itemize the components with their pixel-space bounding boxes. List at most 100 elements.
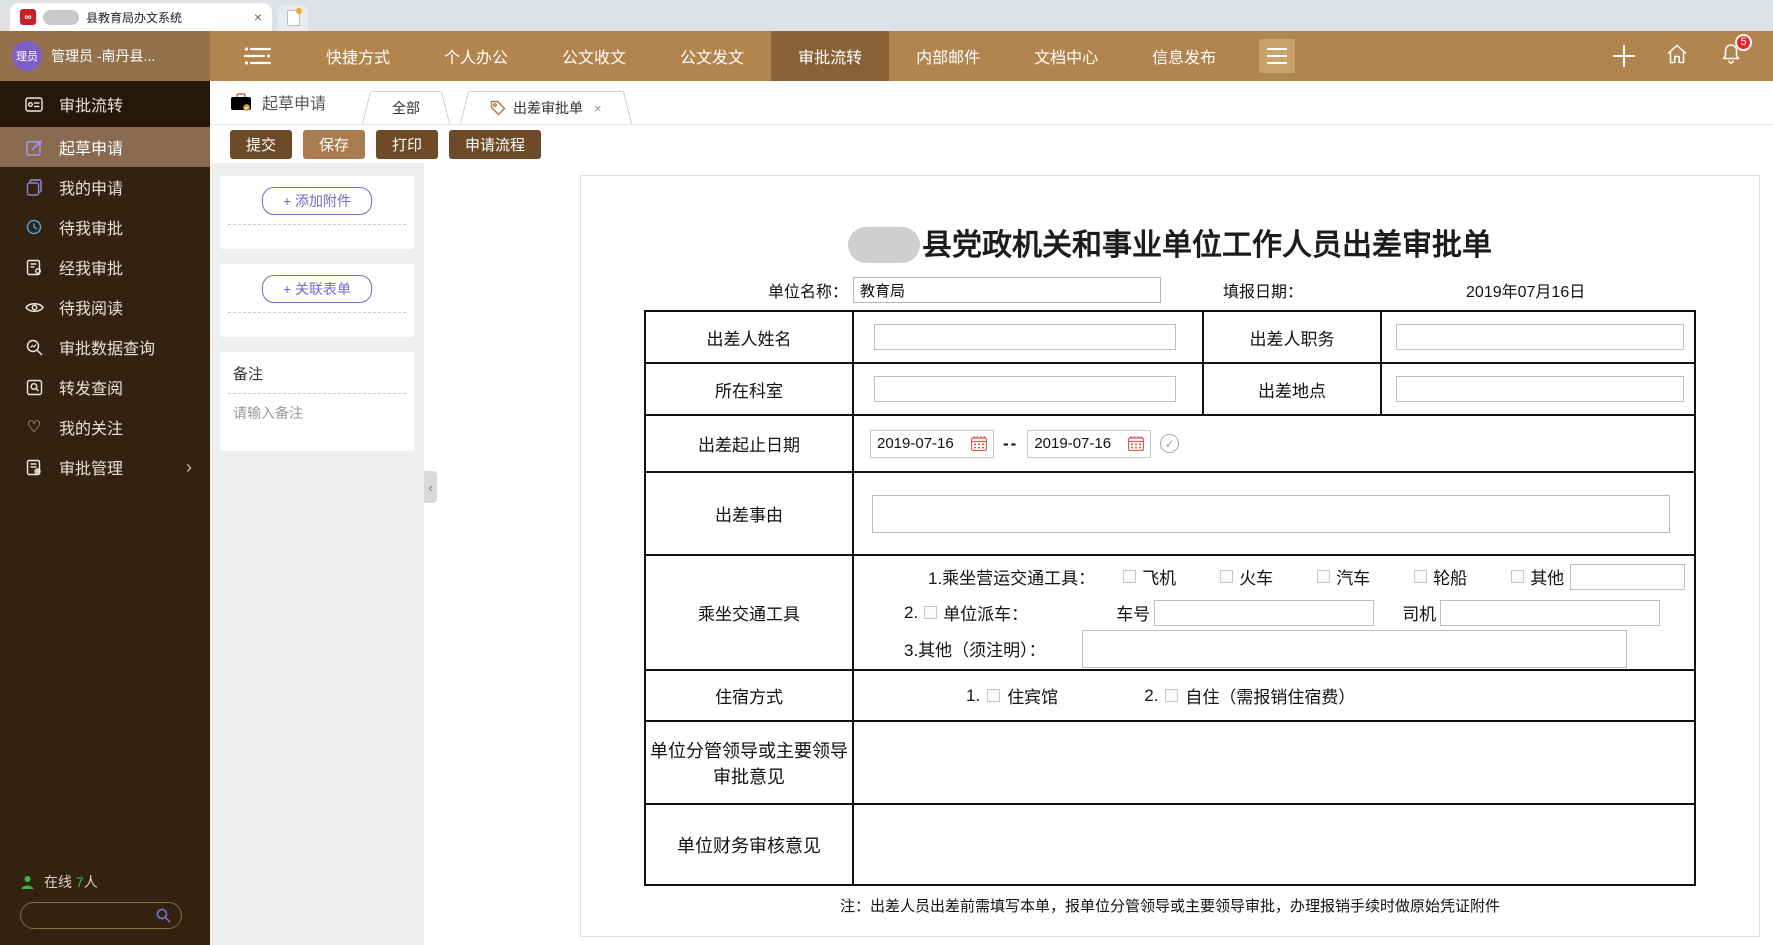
option-label: 飞机: [1142, 569, 1177, 588]
transport-line2-num: 2.: [904, 602, 919, 622]
sidebar-item-approval-flow[interactable]: 审批流转: [0, 81, 210, 127]
sidebar-item-approval-manage[interactable]: 审批管理 ›: [0, 447, 210, 487]
reason-input[interactable]: [872, 494, 1670, 533]
department-input[interactable]: [874, 376, 1176, 402]
sidebar-item-label: 待我阅读: [59, 301, 124, 318]
user-area[interactable]: 理员 管理员 -南丹县...: [0, 31, 210, 81]
sidebar-item-to-read[interactable]: 待我阅读: [0, 287, 210, 327]
tab-travel-form[interactable]: 出差审批单 ×: [470, 91, 622, 124]
checkbox-icon[interactable]: [1165, 689, 1179, 702]
plus-icon[interactable]: [1613, 45, 1635, 67]
user-name: 管理员 -南丹县...: [51, 48, 156, 64]
nav-item-shortcuts[interactable]: 快捷方式: [299, 31, 417, 81]
option-ship[interactable]: 轮船: [1414, 564, 1467, 589]
leader-opinion-cell[interactable]: [852, 720, 1696, 805]
form-header-row: 单位名称： 填报日期： 2019年07月16日: [581, 277, 1759, 303]
traveler-duty-input[interactable]: [1396, 324, 1684, 350]
tab-close-icon[interactable]: ×: [254, 10, 262, 24]
option-train[interactable]: 火车: [1220, 564, 1273, 589]
option-self-stay[interactable]: 2. 自住（需报销住宿费）: [1144, 683, 1355, 708]
end-date-picker[interactable]: 2019-07-16: [1027, 429, 1152, 458]
section-label: 起草申请: [230, 90, 326, 124]
note-input[interactable]: 请输入备注: [228, 394, 406, 451]
calendar-icon: [1128, 436, 1145, 451]
sidebar-item-label: 审批数据查询: [59, 341, 156, 358]
end-date-value: 2019-07-16: [1034, 435, 1112, 452]
add-attachment-button[interactable]: + 添加附件: [261, 187, 373, 215]
nav-item-personal-office[interactable]: 个人办公: [417, 31, 535, 81]
nav-item-internal-mail[interactable]: 内部邮件: [889, 31, 1007, 81]
finance-opinion-cell[interactable]: [852, 803, 1696, 886]
sidebar-item-my-follow[interactable]: ♡ 我的关注: [0, 407, 210, 447]
checkbox-icon[interactable]: [1220, 570, 1234, 583]
tab-all[interactable]: 全部: [372, 91, 441, 124]
nav-item-doc-receive[interactable]: 公文收文: [535, 31, 653, 81]
nav-item-doc-send[interactable]: 公文发文: [653, 31, 771, 81]
attachment-card: + 添加附件: [220, 176, 414, 249]
traveler-name-input[interactable]: [874, 324, 1176, 350]
home-icon[interactable]: [1665, 42, 1689, 71]
option-hotel[interactable]: 1. 住宾馆: [966, 683, 1058, 708]
other-transport-input[interactable]: [1570, 563, 1686, 590]
box-search-icon: [24, 379, 44, 396]
search-icon[interactable]: [156, 908, 171, 923]
option-car[interactable]: 汽车: [1317, 564, 1370, 589]
sidebar-item-approval-data-query[interactable]: 审批数据查询: [0, 327, 210, 367]
option-label: 火车: [1239, 569, 1274, 588]
notifications-bell-icon[interactable]: 5: [1719, 33, 1752, 71]
table-row: 单位财务审核意见: [644, 803, 1696, 886]
sidebar-item-my-applications[interactable]: 我的申请: [0, 167, 210, 207]
apply-flow-button[interactable]: 申请流程: [449, 129, 542, 159]
chevron-right-icon[interactable]: ›: [186, 457, 192, 478]
online-status: 在线 7人: [20, 872, 210, 892]
table-row: 出差事由: [644, 471, 1696, 556]
unit-name-input[interactable]: [853, 277, 1162, 303]
destination-label: 出差地点: [1202, 362, 1382, 416]
confirm-check-icon[interactable]: ✓: [1160, 434, 1180, 453]
destination-input[interactable]: [1396, 376, 1684, 402]
option-label: 自住（需报销住宿费）: [1185, 688, 1356, 707]
start-date-picker[interactable]: 2019-07-16: [870, 429, 994, 458]
transport-line3-label: 3.其他（须注明）：: [904, 641, 1046, 660]
option-label: 其他: [1530, 569, 1565, 588]
checkbox-icon[interactable]: [1511, 570, 1525, 583]
sidebar-item-label: 我的关注: [59, 421, 124, 438]
nav-item-doc-center[interactable]: 文档中心: [1007, 31, 1125, 81]
edit-square-icon: [24, 139, 44, 156]
sidebar-item-approved-by-me[interactable]: 经我审批: [0, 247, 210, 287]
car-no-input[interactable]: [1154, 599, 1375, 626]
save-button[interactable]: 保存: [303, 129, 366, 159]
table-row: 出差人姓名 出差人职务: [644, 310, 1696, 364]
nav-item-approval-flow[interactable]: 审批流转: [771, 31, 890, 81]
checkbox-icon[interactable]: [1123, 570, 1137, 583]
sidebar-item-pending-approval[interactable]: 待我审批: [0, 207, 210, 247]
nav-collapse-icon[interactable]: [210, 31, 299, 81]
sidebar-search-input[interactable]: [31, 907, 150, 924]
site-favicon-icon: ∞: [20, 9, 36, 25]
checkbox-icon[interactable]: [1414, 570, 1428, 583]
fill-date-label: 填报日期：: [1223, 284, 1304, 301]
submit-button[interactable]: 提交: [230, 129, 293, 159]
other-note-input[interactable]: [1081, 629, 1627, 668]
add-related-form-button[interactable]: + 关联表单: [261, 275, 373, 303]
driver-input[interactable]: [1440, 599, 1661, 626]
checkbox-icon[interactable]: [1317, 570, 1331, 583]
tab-close-icon[interactable]: ×: [594, 101, 602, 116]
nav-item-info-publish[interactable]: 信息发布: [1125, 31, 1243, 81]
more-menu-icon[interactable]: [1259, 39, 1296, 73]
browser-tab[interactable]: ∞ 县教育局办文系统 ×: [10, 3, 272, 31]
form-footer-note: 注：出差人员出差前需填写本单，报单位分管领导或主要领导审批，办理报销手续时做原始…: [839, 898, 1500, 915]
notification-badge: 5: [1735, 33, 1752, 51]
option-plane[interactable]: 飞机: [1123, 564, 1176, 589]
option-other[interactable]: 其他: [1511, 564, 1564, 589]
print-button[interactable]: 打印: [376, 129, 439, 159]
new-tab-button[interactable]: [278, 5, 308, 31]
leader-opinion-label: 单位分管领导或主要领导审批意见: [644, 720, 854, 805]
checkbox-icon[interactable]: [924, 606, 938, 619]
checkbox-icon[interactable]: [987, 689, 1001, 702]
sidebar-item-draft-apply[interactable]: 起草申请: [0, 127, 210, 167]
panel-collapse-handle[interactable]: ‹: [424, 471, 437, 503]
sidebar-item-forward-review[interactable]: 转发查阅: [0, 367, 210, 407]
flow-card-icon: [24, 96, 44, 112]
star-icon: [296, 8, 302, 14]
